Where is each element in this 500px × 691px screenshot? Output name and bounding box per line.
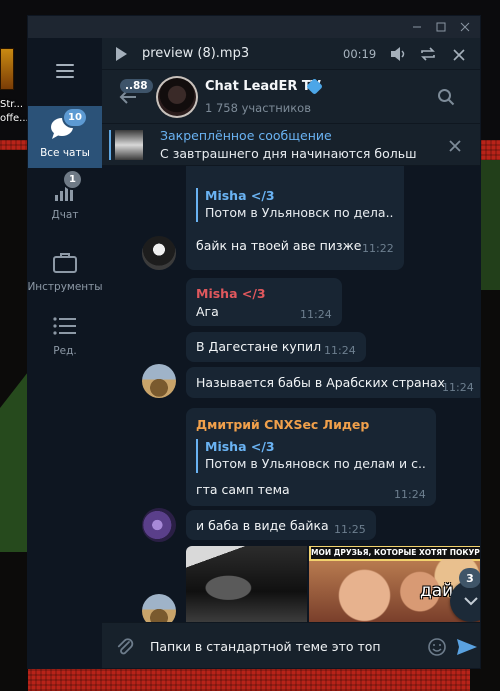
close-player-icon[interactable] [452, 47, 466, 66]
avatar[interactable] [142, 364, 176, 398]
scroll-unread-badge: 3 [459, 568, 480, 588]
pinned-title: Закреплённое сообщение [160, 128, 332, 143]
message-time: 11:24 [394, 488, 426, 501]
search-icon[interactable] [434, 85, 458, 109]
maximize-icon[interactable] [430, 16, 452, 38]
edit-list-icon [50, 313, 80, 339]
send-icon[interactable] [454, 634, 480, 660]
folder-all-chats[interactable]: 10 Все чаты [28, 106, 102, 168]
player-track-title[interactable]: preview (8).mp3 [142, 46, 249, 61]
reply-text: Потом в Ульяновск по делам и с... [205, 456, 426, 471]
pinned-message-bar[interactable]: Закреплённое сообщение С завтрашнего дня… [102, 124, 480, 166]
pinned-accent-bar [109, 130, 111, 160]
message-text: и баба в виде байка [196, 518, 329, 533]
chat-title[interactable]: Chat LeadER TV [205, 79, 321, 94]
briefcase-icon [50, 249, 80, 275]
close-pinned-icon[interactable] [448, 138, 462, 157]
message-list[interactable]: Misha </3 Потом в Ульяновск по дела... б… [102, 166, 480, 622]
chat-header[interactable]: ..88 Chat LeadER TV 1 758 участников [102, 70, 480, 124]
meme-caption: МОИ ДРУЗЬЯ, КОТОРЫЕ ХОТЯТ ПОКУРИТЬ: [311, 547, 480, 559]
more-options-icon[interactable] [472, 85, 480, 109]
folder-tools[interactable]: Инструменты [28, 238, 103, 302]
folder-dchat[interactable]: 1 Дчат [28, 168, 102, 230]
repeat-icon[interactable] [419, 46, 437, 66]
unread-counter-badge: ..88 [120, 79, 153, 93]
folder-label: Ред. [53, 345, 77, 357]
meme-word: дай [420, 581, 454, 601]
message-time: 11:24 [442, 381, 474, 394]
folder-sidebar: 10 Все чаты 1 Дчат Инструменты Ред. [28, 38, 103, 668]
hamburger-menu-icon[interactable] [50, 58, 80, 84]
message-text: байк на твоей аве пизже [196, 238, 362, 253]
folder-label: Дчат [51, 209, 79, 221]
message-text: гта самп тема [196, 482, 290, 497]
message-bubble[interactable]: Называется бабы в Арабских странах 11:24 [186, 367, 480, 398]
pinned-thumbnail [115, 130, 143, 160]
window-titlebar[interactable] [28, 16, 480, 38]
message-text: Называется бабы в Арабских странах [196, 375, 445, 390]
message-text: Ага [196, 304, 219, 319]
message-bubble[interactable]: Дмитрий CNXSec Лидер Misha </3 Потом в У… [186, 408, 436, 506]
player-time: 00:19 [343, 47, 377, 61]
chevron-down-icon [464, 597, 478, 606]
chats-icon: 10 [50, 109, 86, 141]
emoji-icon[interactable] [424, 634, 450, 660]
folder-label: Все чаты [40, 147, 90, 159]
avatar[interactable] [142, 594, 176, 622]
desktop-icon-label[interactable]: Str... offe... [0, 98, 28, 126]
message-sender[interactable]: Misha </3 [196, 286, 266, 301]
message-text: В Дагестане купил [196, 339, 322, 354]
reply-author: Misha </3 [205, 439, 275, 454]
avatar[interactable] [142, 508, 176, 542]
chat-avatar[interactable] [156, 76, 198, 118]
message-time: 11:22 [362, 242, 394, 255]
close-window-icon[interactable] [454, 16, 476, 38]
desktop-app-icon[interactable] [0, 48, 14, 90]
attach-paperclip-icon[interactable] [112, 634, 138, 660]
message-input[interactable] [150, 637, 392, 655]
audio-player-bar: preview (8).mp3 00:19 [102, 38, 480, 70]
message-time: 11:24 [324, 344, 356, 357]
reply-author: Misha </3 [205, 188, 275, 203]
message-time: 11:25 [334, 523, 366, 536]
pinned-text: С завтрашнего дня начинаются больш... [160, 146, 416, 161]
minimize-icon[interactable] [406, 16, 428, 38]
folder-badge: 10 [64, 109, 86, 126]
message-bubble[interactable]: и баба в виде байка 11:25 [186, 510, 376, 540]
play-icon[interactable] [114, 46, 128, 66]
folder-badge: 1 [64, 171, 81, 188]
message-sender[interactable]: Дмитрий CNXSec Лидер [196, 417, 369, 432]
message-composer [102, 622, 480, 668]
telegram-window: 10 Все чаты 1 Дчат Инструменты Ред. prev… [28, 16, 480, 668]
folder-edit[interactable]: Ред. [28, 304, 102, 366]
message-bubble[interactable]: Misha </3 Ага 11:24 [186, 278, 342, 326]
reply-text: Потом в Ульяновск по дела... [205, 205, 394, 220]
reply-quote[interactable]: Misha </3 Потом в Ульяновск по дела... [196, 188, 394, 222]
folder-label: Инструменты [28, 281, 103, 293]
message-bubble[interactable]: Misha </3 Потом в Ульяновск по дела... б… [186, 166, 404, 270]
chat-member-count: 1 758 участников [205, 101, 311, 115]
chart-icon: 1 [50, 171, 81, 203]
reply-quote[interactable]: Misha </3 Потом в Ульяновск по делам и с… [196, 439, 426, 473]
message-time: 11:24 [300, 308, 332, 321]
message-bubble[interactable]: В Дагестане купил 11:24 [186, 332, 366, 362]
photo-car-interior[interactable] [186, 546, 307, 622]
avatar[interactable] [142, 236, 176, 270]
volume-icon[interactable] [389, 46, 407, 66]
